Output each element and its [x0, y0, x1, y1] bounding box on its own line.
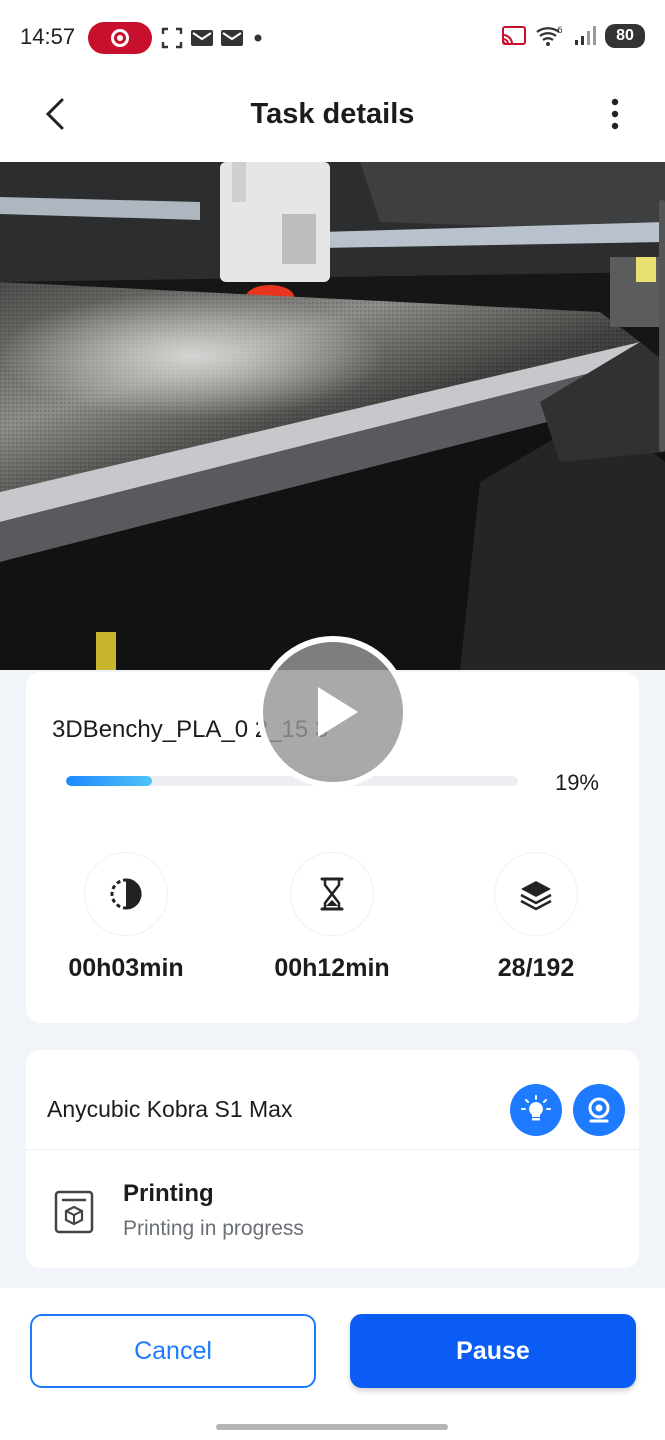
svg-text:6: 6 [557, 26, 563, 36]
stat-value: 00h12min [274, 954, 390, 982]
system-icons: 6 80 [501, 24, 645, 48]
page-title: Task details [250, 98, 415, 130]
more-vertical-icon [611, 98, 619, 130]
wifi-6-icon: 6 [536, 26, 563, 46]
stat-elapsed: 00h03min [36, 852, 216, 983]
app-header: Task details [0, 78, 665, 162]
status-icon-wrapper [52, 1188, 96, 1236]
home-indicator[interactable] [216, 1424, 448, 1430]
hourglass-icon [320, 877, 344, 911]
light-bulb-icon [521, 1095, 551, 1121]
more-options-button[interactable] [603, 96, 627, 132]
webcam-icon [588, 1097, 610, 1123]
action-bar: Cancel Pause [0, 1288, 665, 1440]
status-time: 14:57 [20, 24, 76, 49]
pause-button[interactable]: Pause [350, 1314, 636, 1388]
notification-icons [160, 26, 266, 50]
play-button[interactable] [257, 636, 409, 788]
battery-indicator: 80 [605, 24, 645, 48]
print-status-subtitle: Printing in progress [123, 1217, 304, 1240]
camera-feed[interactable] [0, 162, 665, 670]
mail-icon [221, 30, 243, 46]
stat-value: 28/192 [497, 954, 575, 982]
stat-remaining: 00h12min [242, 852, 422, 983]
light-toggle-button[interactable] [510, 1084, 562, 1136]
play-icon [318, 687, 358, 737]
screen-record-icon[interactable] [88, 22, 152, 54]
progress-percent: 19% [554, 770, 599, 795]
stat-value: 00h03min [68, 954, 184, 982]
mail-icon [191, 30, 213, 46]
camera-button[interactable] [573, 1084, 625, 1136]
screenshot-icon [161, 27, 183, 49]
layers-icon [520, 881, 552, 911]
status-bar: 14:57 6 80 [0, 0, 665, 78]
printer-card: Anycubic Kobra S1 Max Printing Printing … [26, 1050, 639, 1268]
progress-bar [66, 776, 518, 786]
signal-icon [575, 26, 596, 45]
progress-bar-fill [66, 776, 152, 786]
stat-layers: 28/192 [446, 852, 626, 983]
print-status-title: Printing [123, 1180, 214, 1207]
cancel-button[interactable]: Cancel [30, 1314, 316, 1388]
scrollbar[interactable] [659, 200, 665, 452]
elapsed-time-icon [110, 878, 142, 910]
cast-icon [502, 26, 526, 45]
dot-icon [254, 34, 262, 42]
divider [26, 1149, 639, 1150]
camera-image [0, 162, 665, 670]
printer-box-icon [54, 1190, 94, 1234]
printer-name: Anycubic Kobra S1 Max [47, 1096, 293, 1122]
